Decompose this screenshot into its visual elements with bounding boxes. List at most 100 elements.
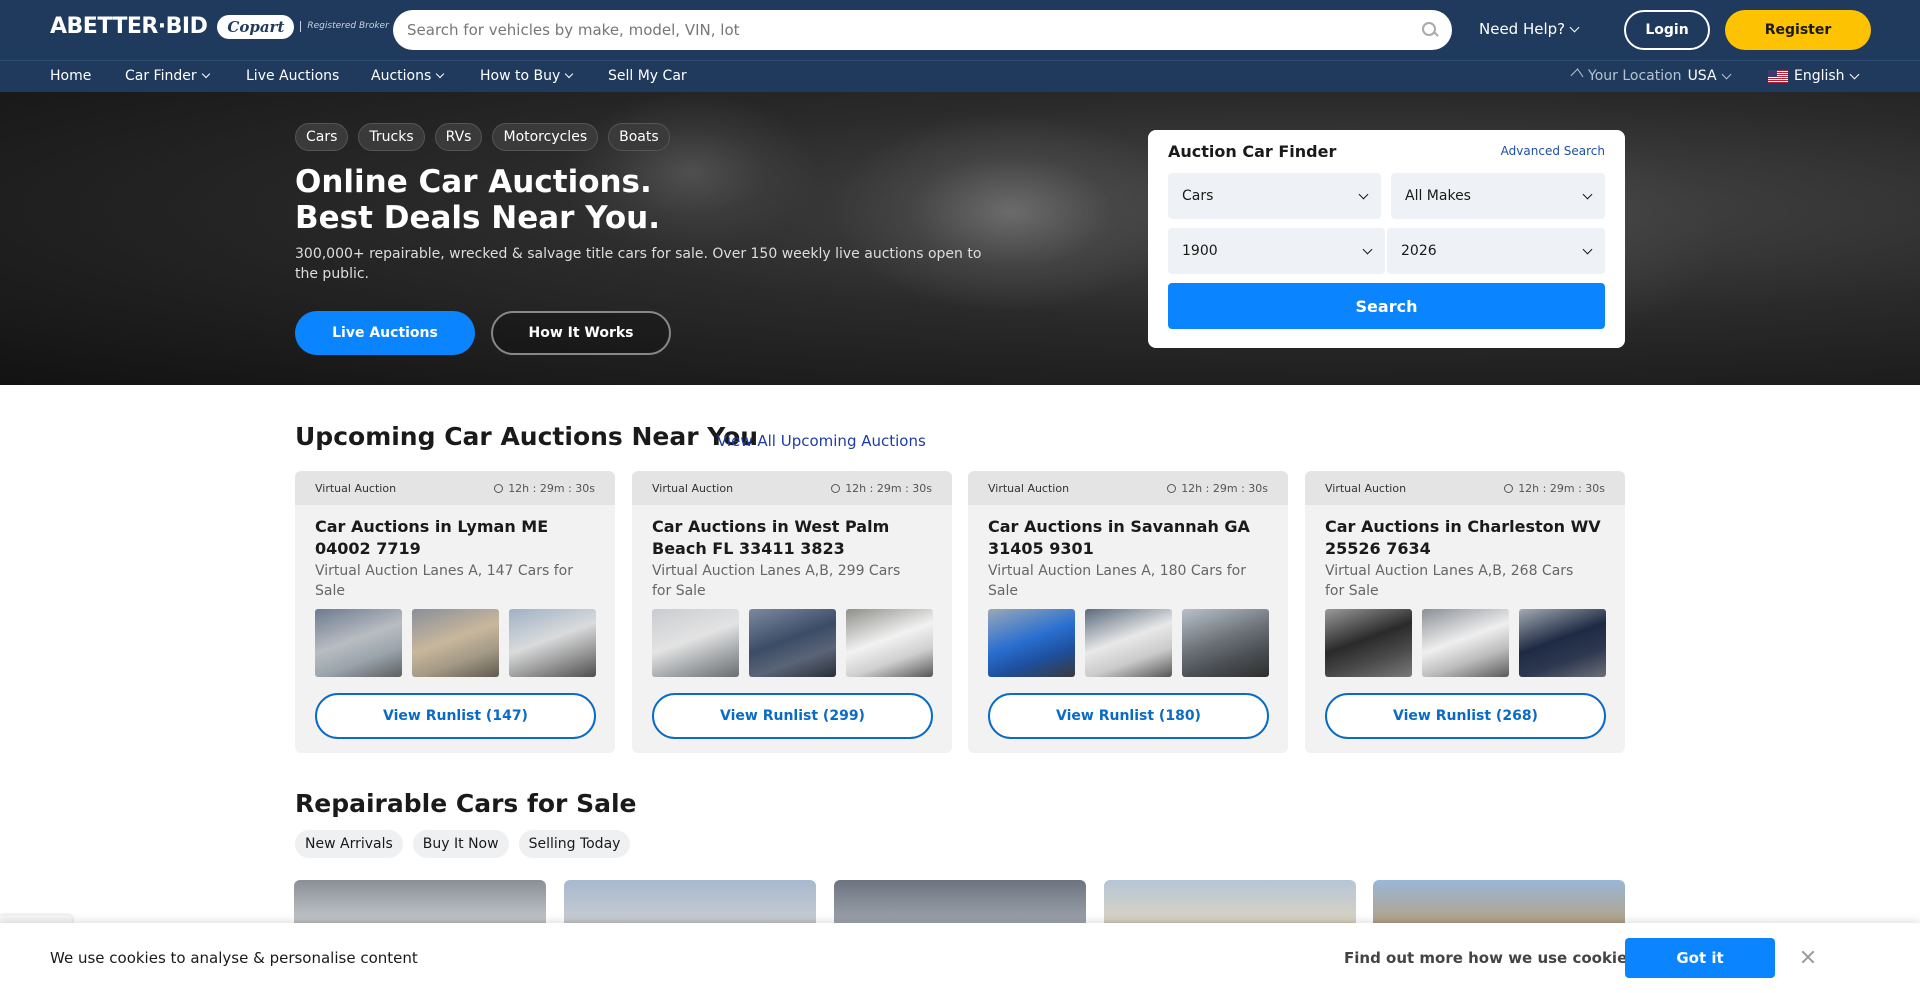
chip-rvs[interactable]: RVs [434, 123, 483, 151]
site-logo[interactable]: ABETTER·BID Copart Registered Broker [50, 14, 389, 39]
view-runlist-button[interactable]: View Runlist (268) [1325, 693, 1606, 739]
need-help-dropdown[interactable]: Need Help? [1479, 20, 1580, 38]
view-all-upcoming-link[interactable]: View All Upcoming Auctions [717, 432, 926, 450]
view-runlist-button[interactable]: View Runlist (147) [315, 693, 596, 739]
chip-motorcycles[interactable]: Motorcycles [492, 123, 599, 151]
hero-title-line1: Online Car Auctions. [295, 164, 652, 200]
year-from-select[interactable]: 1900 [1168, 228, 1385, 274]
clock-icon [494, 483, 504, 493]
clock-icon [1504, 483, 1514, 493]
vehicle-thumbnail[interactable] [652, 609, 739, 677]
auction-title[interactable]: Car Auctions in Charleston WV 25526 7634 [1325, 516, 1610, 560]
login-button[interactable]: Login [1624, 10, 1710, 50]
hero-title: Online Car Auctions. Best Deals Near You… [295, 164, 660, 236]
advanced-search-link[interactable]: Advanced Search [1501, 144, 1605, 158]
nav-label: Auctions [371, 68, 432, 84]
search-icon[interactable] [1422, 22, 1438, 38]
year-to-select[interactable]: 2026 [1387, 228, 1605, 274]
auction-subtitle: Virtual Auction Lanes A,B, 299 Cars for … [652, 563, 901, 599]
nav-auctions[interactable]: Auctions [371, 68, 445, 84]
select-value: 1900 [1182, 243, 1218, 259]
chevron-down-icon [1582, 189, 1593, 199]
vehicle-type-select[interactable]: Cars [1168, 173, 1381, 219]
nav-sell-my-car[interactable]: Sell My Car [608, 68, 687, 84]
filter-new-arrivals[interactable]: New Arrivals [295, 830, 403, 858]
vehicle-thumbnail[interactable] [1182, 609, 1269, 677]
nav-car-finder[interactable]: Car Finder [125, 68, 210, 84]
cookie-banner: We use cookies to analyse & personalise … [0, 923, 1920, 993]
card-header: Virtual Auction 12h : 29m : 30s [968, 471, 1288, 505]
nav-live-auctions[interactable]: Live Auctions [246, 68, 339, 84]
location-label: Your Location [1588, 68, 1682, 84]
filter-buy-it-now[interactable]: Buy It Now [412, 830, 509, 858]
register-button[interactable]: Register [1725, 10, 1871, 50]
repairable-filters: New Arrivals Buy It Now Selling Today [295, 830, 631, 858]
chevron-down-icon [565, 69, 574, 79]
cookie-accept-button[interactable]: Got it [1625, 938, 1775, 978]
chip-boats[interactable]: Boats [608, 123, 670, 151]
chevron-down-icon [1849, 69, 1860, 79]
nav-label: Live Auctions [246, 68, 340, 84]
vehicle-thumbnail[interactable] [1422, 609, 1509, 677]
card-header: Virtual Auction 12h : 29m : 30s [1305, 471, 1625, 505]
language-selector[interactable]: English [1768, 68, 1860, 84]
vehicle-thumbnail[interactable] [846, 609, 933, 677]
location-value: USA [1687, 68, 1717, 84]
hero-subtitle: 300,000+ repairable, wrecked & salvage t… [295, 246, 982, 282]
nav-label: Car Finder [125, 68, 197, 84]
nav-how-to-buy[interactable]: How to Buy [480, 68, 574, 84]
view-runlist-button[interactable]: View Runlist (299) [652, 693, 933, 739]
top-header: ABETTER·BID Copart Registered Broker Nee… [0, 0, 1920, 60]
nav-label: How to Buy [480, 68, 561, 84]
finder-title: Auction Car Finder [1168, 142, 1337, 161]
auction-type: Virtual Auction [1325, 481, 1407, 495]
chevron-down-icon [1569, 22, 1580, 32]
finder-search-button[interactable]: Search [1168, 283, 1605, 329]
auction-title[interactable]: Car Auctions in Lyman ME 04002 7719 [315, 516, 600, 560]
search-bar[interactable] [393, 10, 1452, 50]
view-runlist-button[interactable]: View Runlist (180) [988, 693, 1269, 739]
how-it-works-button[interactable]: How It Works [491, 311, 671, 355]
clock-icon [831, 483, 841, 493]
close-icon[interactable] [1800, 949, 1816, 965]
cookie-policy-link[interactable]: Find out more how we use cookies [1344, 949, 1636, 967]
live-auctions-button[interactable]: Live Auctions [295, 311, 475, 355]
vehicle-thumbnail[interactable] [1085, 609, 1172, 677]
vehicle-thumbnail[interactable] [509, 609, 596, 677]
chip-trucks[interactable]: Trucks [358, 123, 425, 151]
nav-home[interactable]: Home [50, 68, 91, 84]
chevron-down-icon [436, 69, 445, 79]
vehicle-type-chips: Cars Trucks RVs Motorcycles Boats [295, 123, 670, 151]
language-label: English [1794, 68, 1845, 84]
auction-title[interactable]: Car Auctions in West Palm Beach FL 33411… [652, 516, 937, 560]
search-input[interactable] [407, 21, 1422, 39]
location-selector[interactable]: Your Location USA [1570, 68, 1731, 84]
chevron-down-icon [201, 69, 210, 79]
vehicle-thumbnail[interactable] [1519, 609, 1606, 677]
hero-title-line2: Best Deals Near You. [295, 200, 660, 236]
auction-subtitle: Virtual Auction Lanes A, 147 Cars for Sa… [315, 563, 573, 599]
timer-value: 12h : 29m : 30s [845, 481, 932, 495]
filter-selling-today[interactable]: Selling Today [518, 830, 631, 858]
location-arrow-icon [1570, 68, 1584, 84]
vehicle-thumbnail[interactable] [1325, 609, 1412, 677]
card-header: Virtual Auction 12h : 29m : 30s [295, 471, 615, 505]
timer-value: 12h : 29m : 30s [1181, 481, 1268, 495]
auction-type: Virtual Auction [988, 481, 1070, 495]
vehicle-thumbnail[interactable] [315, 609, 402, 677]
make-select[interactable]: All Makes [1391, 173, 1605, 219]
countdown-timer: 12h : 29m : 30s [1504, 482, 1605, 495]
countdown-timer: 12h : 29m : 30s [831, 482, 932, 495]
card-header: Virtual Auction 12h : 29m : 30s [632, 471, 952, 505]
vehicle-thumbnail[interactable] [412, 609, 499, 677]
auction-title[interactable]: Car Auctions in Savannah GA 31405 9301 [988, 516, 1273, 560]
vehicle-thumbnail[interactable] [988, 609, 1075, 677]
logo-text: ABETTER·BID [50, 14, 208, 39]
vehicle-thumbnail[interactable] [749, 609, 836, 677]
auction-car-finder: Auction Car Finder Advanced Search Cars … [1148, 130, 1625, 348]
repairable-cars-title: Repairable Cars for Sale [295, 789, 637, 818]
nav-label: Home [50, 68, 92, 84]
chip-cars[interactable]: Cars [295, 123, 349, 151]
partner-badge: Copart Registered Broker [217, 14, 389, 39]
chevron-down-icon [1582, 244, 1593, 254]
